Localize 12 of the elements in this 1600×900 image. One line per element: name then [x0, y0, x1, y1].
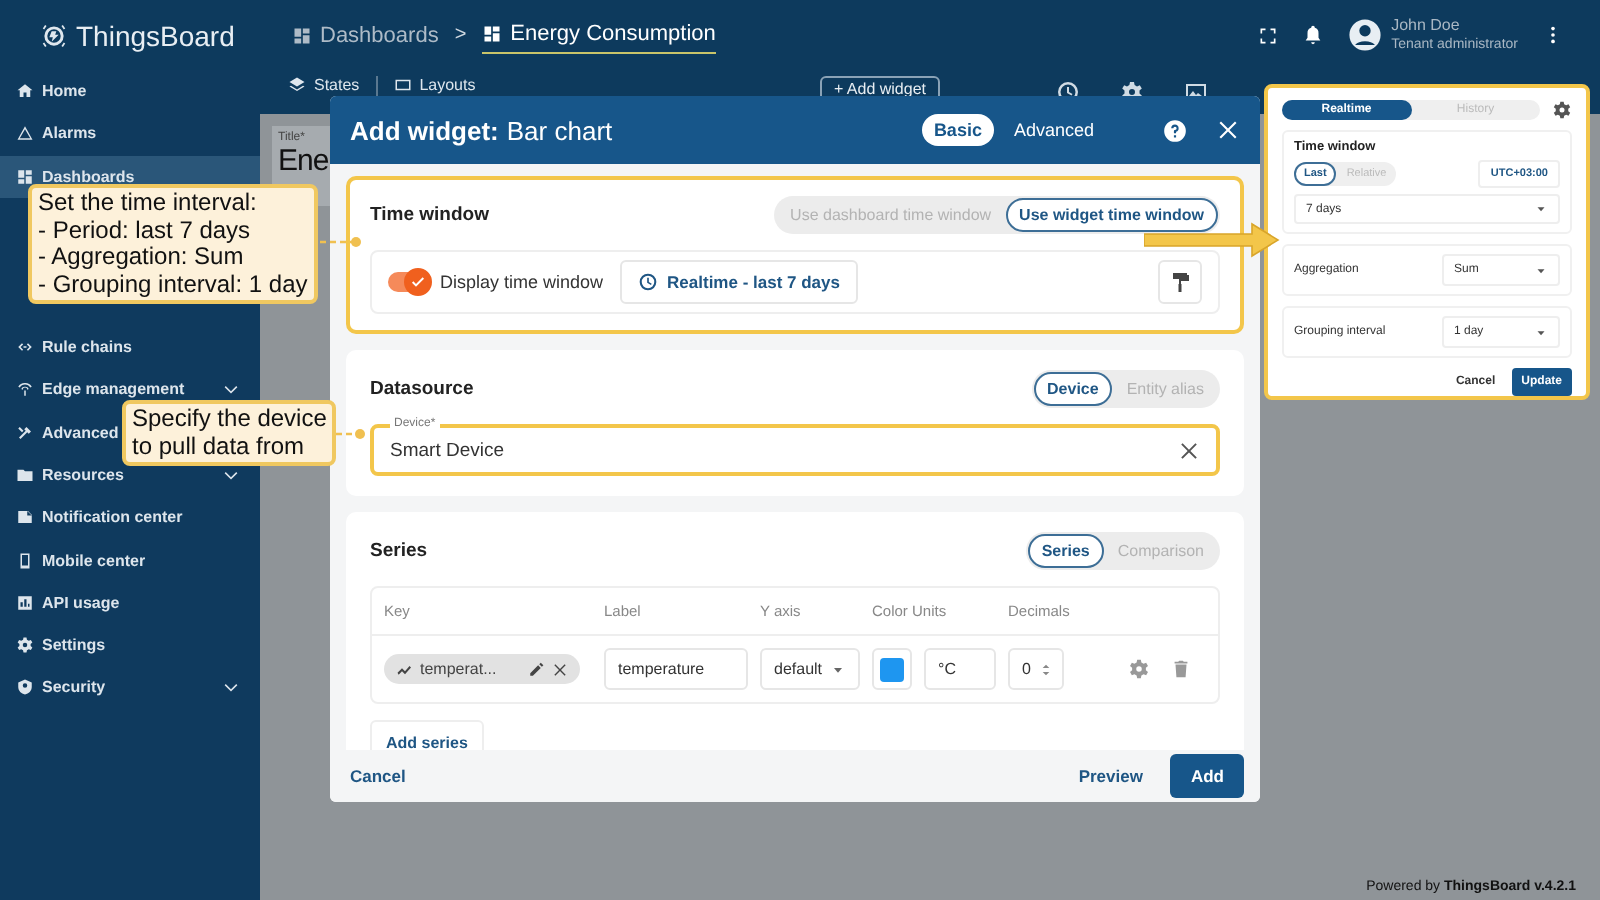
breadcrumb-separator: > — [454, 24, 467, 46]
section-heading: Datasource — [370, 378, 474, 400]
dialog-title: Add widget: — [350, 115, 499, 145]
widget-type: Bar chart — [506, 115, 613, 145]
user-name: John Doe — [1391, 15, 1462, 35]
callout-tooltip: Specify the device to pull data from — [122, 400, 337, 466]
dashboard-title: Ene — [278, 144, 329, 178]
callout-tooltip: Set the time interval: - Period: last 7 days - Aggregation: Sum - Grouping interval: 1 day — [28, 184, 318, 304]
field-value: Smart Device — [390, 439, 507, 461]
section-heading: Time window — [370, 204, 489, 226]
section-heading: Series — [370, 540, 428, 562]
toggle-label: Display time window — [440, 272, 604, 292]
